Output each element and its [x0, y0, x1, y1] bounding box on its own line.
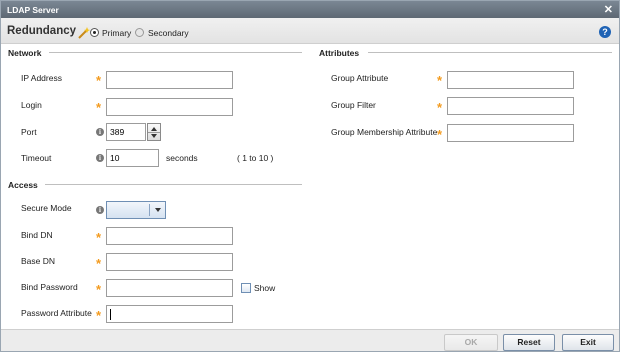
required-icon: *: [437, 127, 443, 142]
secondary-radio[interactable]: [135, 28, 144, 37]
login-label: Login: [21, 100, 42, 110]
ldap-server-dialog: LDAP Server ✕ Redundancy Primary Seconda…: [0, 0, 620, 352]
chevron-down-icon[interactable]: [155, 208, 161, 212]
required-icon: *: [437, 73, 443, 88]
select-divider: [149, 204, 150, 216]
required-icon: *: [96, 256, 102, 271]
stepper-down-icon[interactable]: [151, 134, 157, 138]
timeout-input[interactable]: [106, 149, 159, 167]
group-filter-label: Group Filter: [331, 100, 376, 110]
ip-address-label: IP Address: [21, 73, 62, 83]
button-bar: OK Reset Exit: [1, 329, 619, 351]
network-heading: Network: [8, 48, 42, 58]
required-icon: *: [96, 100, 102, 115]
required-icon: *: [437, 100, 443, 115]
access-heading: Access: [8, 180, 38, 190]
required-icon: *: [96, 282, 102, 297]
network-divider: [49, 52, 302, 53]
primary-radio-label: Primary: [102, 28, 132, 38]
exit-button[interactable]: Exit: [562, 334, 614, 351]
show-password-label: Show: [254, 283, 276, 293]
secondary-radio-label: Secondary: [148, 28, 189, 38]
stepper-divider: [148, 132, 160, 133]
group-membership-attribute-input[interactable]: [447, 124, 574, 142]
wand-icon: [78, 27, 90, 39]
secure-mode-label: Secure Mode: [21, 203, 72, 213]
secure-mode-select[interactable]: [106, 201, 166, 219]
bind-dn-label: Bind DN: [21, 230, 53, 240]
group-attribute-label: Group Attribute: [331, 73, 389, 83]
help-icon[interactable]: ?: [599, 26, 611, 38]
access-divider: [45, 184, 302, 185]
title-bar: LDAP Server ✕: [1, 1, 619, 18]
port-label: Port: [21, 127, 37, 137]
close-icon[interactable]: ✕: [604, 3, 613, 16]
info-icon[interactable]: i: [96, 206, 104, 214]
bind-dn-input[interactable]: [106, 227, 233, 245]
group-membership-attribute-label: Group Membership Attribute: [331, 127, 438, 137]
timeout-unit: seconds: [166, 153, 198, 163]
redundancy-bar: Redundancy Primary Secondary ?: [1, 18, 619, 44]
bind-password-label: Bind Password: [21, 282, 78, 292]
base-dn-input[interactable]: [106, 253, 233, 271]
base-dn-label: Base DN: [21, 256, 56, 266]
redundancy-label: Redundancy: [7, 25, 77, 37]
password-attribute-label: Password Attribute: [21, 308, 92, 318]
bind-password-input[interactable]: [106, 279, 233, 297]
window-title: LDAP Server: [7, 5, 59, 15]
group-attribute-input[interactable]: [447, 71, 574, 89]
primary-radio[interactable]: [90, 28, 99, 37]
ok-button[interactable]: OK: [444, 334, 498, 351]
attributes-heading: Attributes: [319, 48, 360, 58]
ip-address-input[interactable]: [106, 71, 233, 89]
timeout-label: Timeout: [21, 153, 52, 163]
attributes-divider: [368, 52, 612, 53]
timeout-range: ( 1 to 10 ): [237, 153, 274, 163]
login-input[interactable]: [106, 98, 233, 116]
port-input[interactable]: [106, 123, 146, 141]
show-password-checkbox[interactable]: [241, 283, 251, 293]
reset-button[interactable]: Reset: [503, 334, 555, 351]
required-icon: *: [96, 73, 102, 88]
info-icon[interactable]: i: [96, 154, 104, 162]
password-attribute-input[interactable]: [106, 305, 233, 323]
port-stepper[interactable]: [147, 123, 161, 141]
required-icon: *: [96, 308, 102, 323]
info-icon[interactable]: i: [96, 128, 104, 136]
group-filter-input[interactable]: [447, 97, 574, 115]
required-icon: *: [96, 230, 102, 245]
stepper-up-icon[interactable]: [151, 127, 157, 131]
